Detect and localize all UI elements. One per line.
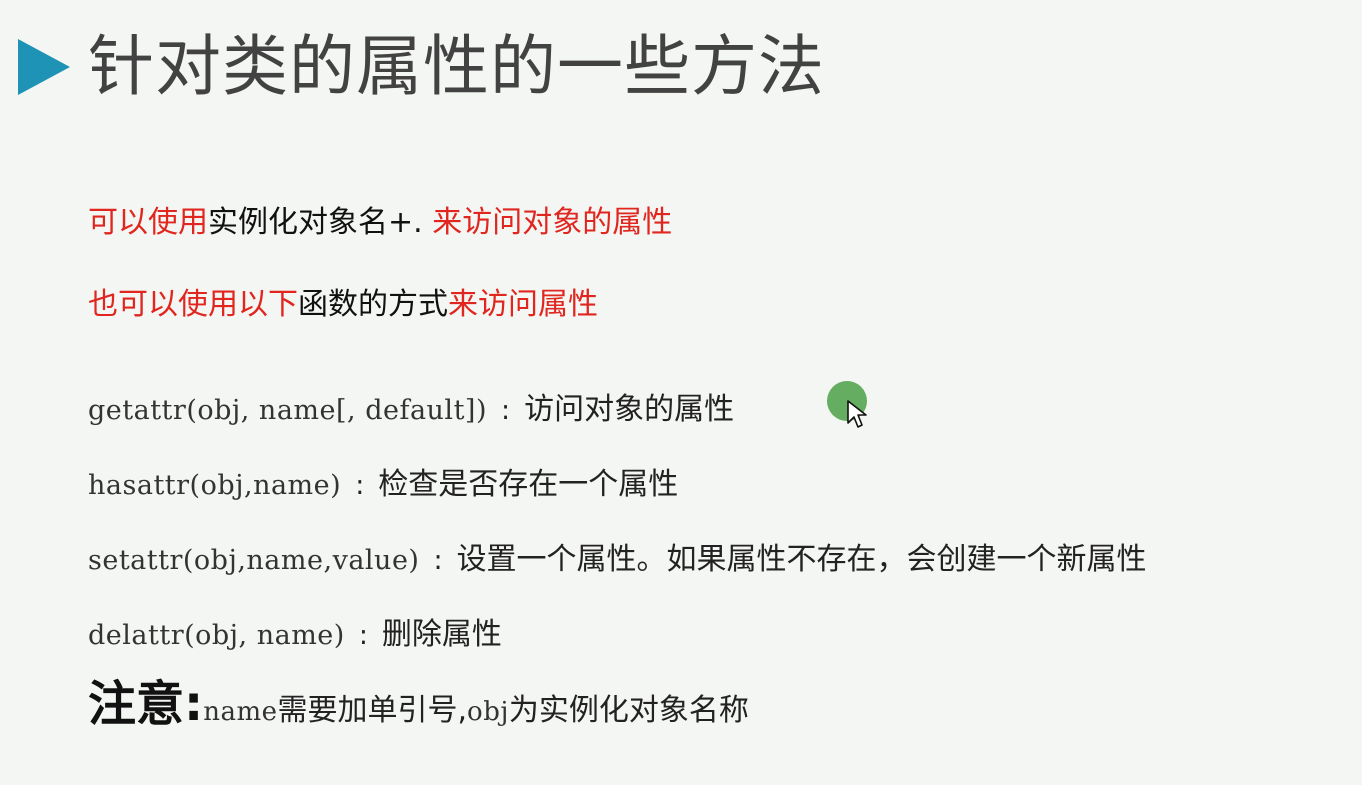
function-separator: : (433, 545, 443, 576)
function-code: getattr(obj, name[, default]) (88, 395, 487, 426)
function-description: 检查是否存在一个属性 (378, 467, 679, 502)
function-separator: : (355, 470, 365, 501)
note-body: name需要加单引号,obj为实例化对象名称 (203, 693, 749, 728)
note-code-obj: obj (467, 697, 509, 727)
note-text-1: 需要加单引号, (277, 693, 468, 728)
function-code: hasattr(obj,name) (88, 470, 342, 501)
intro-2-black: 函数的方式 (298, 287, 448, 322)
slide: 针对类的属性的一些方法 可以使用实例化对象名+. 来访问对象的属性 也可以使用以… (0, 0, 1362, 785)
function-hasattr: hasattr(obj,name): 检查是否存在一个属性 (88, 470, 678, 500)
page-title: 针对类的属性的一些方法 (88, 28, 825, 105)
title-row: 针对类的属性的一些方法 (18, 22, 825, 112)
intro-1-black: 实例化对象名+. (208, 205, 433, 240)
note-heading: 注意: (88, 676, 204, 732)
intro-2-red-a: 也可以使用以下 (88, 287, 298, 322)
note-text-2: 为实例化对象名称 (508, 693, 749, 728)
function-setattr: setattr(obj,name,value): 设置一个属性。如果属性不存在，会… (88, 545, 1147, 575)
intro-1-red-a: 可以使用 (88, 205, 208, 240)
triangle-right-icon (18, 39, 70, 95)
mouse-pointer-icon (847, 400, 867, 428)
function-getattr: getattr(obj, name[, default]): 访问对象的属性 (88, 395, 734, 425)
note-line: 注意:name需要加单引号,obj为实例化对象名称 (88, 680, 749, 729)
function-code: setattr(obj,name,value) (88, 545, 420, 576)
intro-2-red-b: 来访问属性 (448, 287, 598, 322)
intro-1-red-b: 来访问对象的属性 (432, 205, 673, 240)
function-description: 访问对象的属性 (524, 392, 735, 427)
function-separator: : (358, 620, 368, 651)
function-separator: : (501, 395, 511, 426)
function-description: 设置一个属性。如果属性不存在，会创建一个新属性 (456, 542, 1147, 577)
intro-line-2: 也可以使用以下函数的方式来访问属性 (88, 290, 598, 320)
intro-line-1: 可以使用实例化对象名+. 来访问对象的属性 (88, 208, 672, 238)
function-delattr: delattr(obj, name): 删除属性 (88, 620, 502, 650)
note-code-name: name (203, 697, 278, 727)
function-code: delattr(obj, name) (88, 620, 345, 651)
function-description: 删除属性 (381, 617, 502, 652)
